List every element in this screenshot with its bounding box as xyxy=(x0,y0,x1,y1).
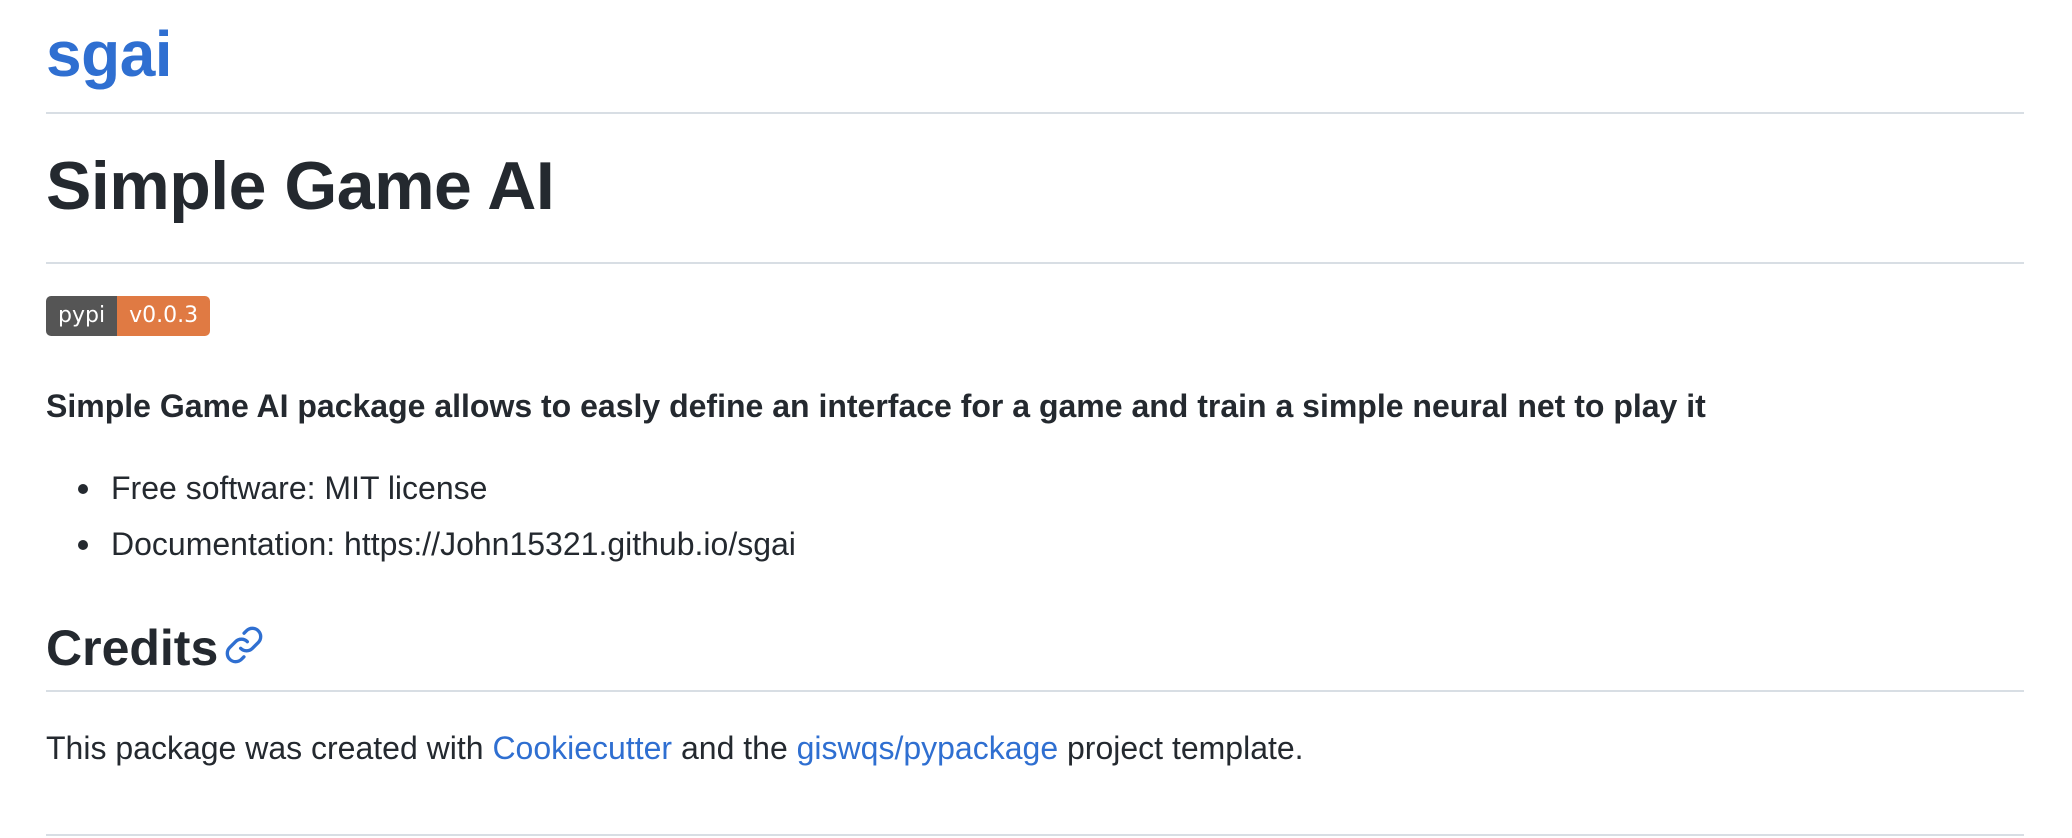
bullet-dot-icon xyxy=(78,540,88,550)
credits-text-after: project template. xyxy=(1058,730,1304,766)
list-item: Free software: MIT license xyxy=(46,460,796,516)
lead-text: Simple Game AI package allows to easly d… xyxy=(46,388,1706,424)
license-text: Free software: MIT license xyxy=(111,470,488,506)
credits-paragraph: This package was created with Cookiecutt… xyxy=(46,724,1304,772)
badge-label: pypi xyxy=(46,296,118,336)
bullet-dot-icon xyxy=(78,484,88,494)
badge-version: v0.0.3 xyxy=(117,296,211,336)
pypi-badge[interactable]: pypi v0.0.3 xyxy=(46,296,211,336)
site-header: sgai xyxy=(46,0,2024,114)
feature-list: Free software: MIT license Documentation… xyxy=(46,460,796,572)
page: sgai Simple Game AI pypi v0.0.3 Simple G… xyxy=(46,0,2024,836)
site-title-link[interactable]: sgai xyxy=(46,16,173,92)
documentation-text: Documentation: https://John15321.github.… xyxy=(111,526,796,562)
link-icon[interactable] xyxy=(224,625,264,665)
pypackage-link[interactable]: giswqs/pypackage xyxy=(797,730,1058,766)
credits-text-middle: and the xyxy=(672,730,797,766)
title-section: Simple Game AI xyxy=(46,114,2024,264)
credits-section-header: Credits xyxy=(46,600,2024,692)
cookiecutter-link[interactable]: Cookiecutter xyxy=(492,730,672,766)
page-title: Simple Game AI xyxy=(46,148,555,224)
credits-text-before: This package was created with xyxy=(46,730,493,766)
footer-divider xyxy=(46,834,2024,836)
credits-heading: Credits xyxy=(46,620,219,676)
list-item: Documentation: https://John15321.github.… xyxy=(46,516,796,572)
